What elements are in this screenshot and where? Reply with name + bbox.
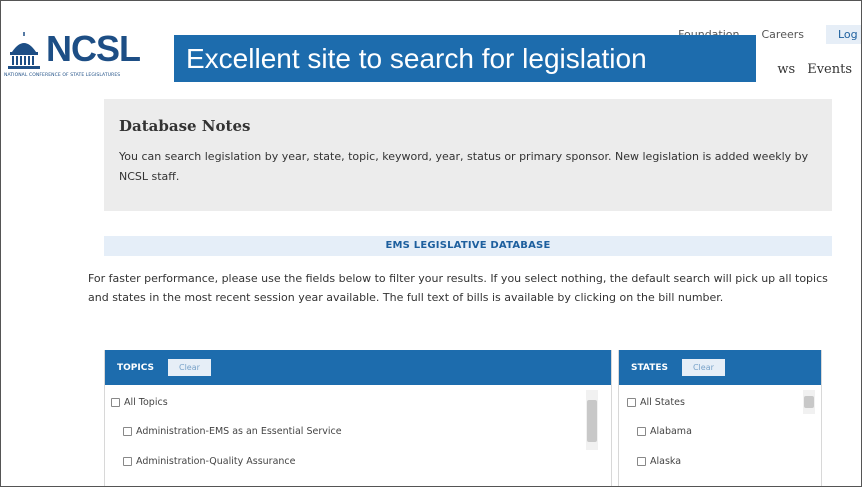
states-panel: STATES Clear All States Alabama Alaska [618,350,822,487]
topic-label: Administration-EMS as an Essential Servi… [136,426,342,437]
states-clear-button[interactable]: Clear [681,359,725,376]
database-notes: Database Notes You can search legislatio… [104,99,832,211]
checkbox-icon[interactable] [123,427,132,436]
brand-name: NCSL [46,28,141,69]
checkbox-icon[interactable] [637,427,646,436]
nav-item-news[interactable]: ws [777,62,795,77]
caption-banner: Excellent site to search for legislation [174,35,756,82]
brand-tagline: NATIONAL CONFERENCE OF STATE LEGISLATURE… [4,73,121,78]
notes-body: You can search legislation by year, stat… [119,150,809,183]
topics-label: TOPICS [117,362,154,373]
state-option[interactable]: Alaska [637,456,681,467]
ncsl-logo[interactable]: NCSL NATIONAL CONFERENCE OF STATE LEGISL… [4,28,154,82]
state-label: Alabama [650,426,692,437]
topic-label: Administration-Quality Assurance [136,456,296,467]
state-all-option[interactable]: All States [627,397,685,408]
checkbox-icon[interactable] [637,457,646,466]
topics-scroll-thumb[interactable] [587,400,597,442]
notes-title: Database Notes [119,117,251,135]
state-all-label: All States [640,397,685,408]
performance-note: For faster performance, please use the f… [88,272,828,304]
topic-option[interactable]: Administration-EMS as an Essential Servi… [123,426,342,437]
topics-panel: TOPICS Clear All Topics Administration-E… [104,350,612,487]
topics-scrollbar[interactable] [586,390,598,450]
database-title: EMS LEGISLATIVE DATABASE [104,236,832,256]
nav-item-events[interactable]: Events [807,62,852,77]
state-label: Alaska [650,456,682,467]
topic-option[interactable]: Administration-Quality Assurance [123,456,296,467]
state-option[interactable]: Alabama [637,426,692,437]
browser-viewport: NCSL NATIONAL CONFERENCE OF STATE LEGISL… [0,0,862,487]
main-nav: ws Events [777,62,862,77]
capitol-dome-icon [8,32,40,69]
states-scrollbar[interactable] [803,390,815,414]
topic-all-label: All Topics [124,397,168,408]
checkbox-icon[interactable] [111,398,120,407]
login-link[interactable]: Log [826,24,862,44]
checkbox-icon[interactable] [123,457,132,466]
topics-header: TOPICS Clear [105,350,611,385]
careers-link[interactable]: Careers [762,28,805,41]
states-scroll-thumb[interactable] [804,396,814,408]
checkbox-icon[interactable] [627,398,636,407]
topic-all-option[interactable]: All Topics [111,397,168,408]
states-header: STATES Clear [619,350,821,385]
topics-clear-button[interactable]: Clear [168,359,211,376]
states-label: STATES [631,362,668,373]
